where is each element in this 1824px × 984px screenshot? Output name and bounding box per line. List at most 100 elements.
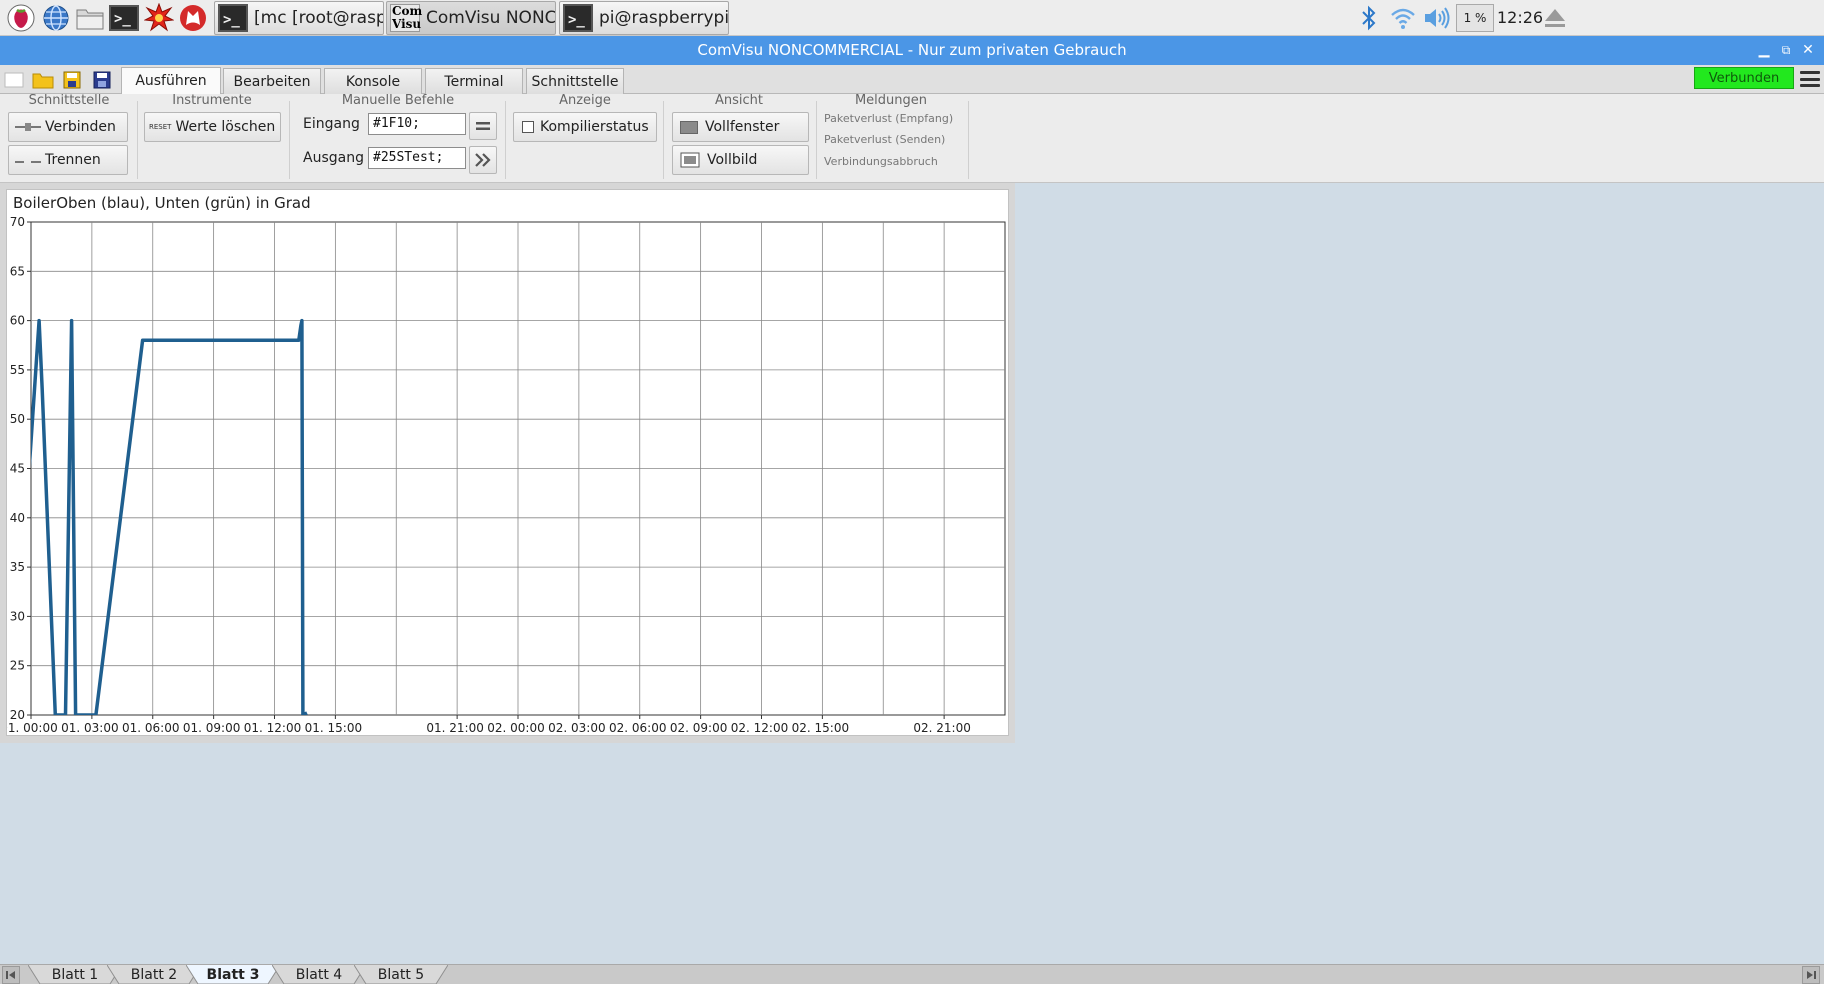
x-tick-label: 01. 12:00: [244, 721, 301, 735]
output-command-field[interactable]: #25STest;: [368, 147, 466, 169]
new-file-icon[interactable]: [4, 71, 24, 89]
y-tick-label: 40: [10, 511, 25, 525]
clock[interactable]: 12:26: [1497, 8, 1543, 27]
x-tick-label: 01. 00:00: [7, 721, 58, 735]
task-comvisu[interactable]: Com Visu ComVisu NONCOM...: [386, 1, 556, 35]
scroll-left-button[interactable]: [2, 966, 20, 984]
x-tick-label: 01. 15:00: [305, 721, 362, 735]
sheet-tab-4[interactable]: Blatt 4: [272, 965, 366, 984]
taskbar: >_ >_ [mc [root@raspberry... Com Visu Co…: [0, 0, 1824, 36]
apply-input-button[interactable]: [469, 112, 497, 140]
ribbon-tab-row: Ausführen Bearbeiten Konsole Terminal Sc…: [0, 65, 1824, 94]
input-command-field[interactable]: #1F10;: [368, 113, 466, 135]
fullscreen-button[interactable]: Vollbild: [672, 145, 809, 175]
maximize-icon[interactable]: ⧉: [1776, 40, 1796, 60]
math-kernel-icon[interactable]: [142, 3, 176, 33]
plug-disconnect-icon: [15, 161, 41, 163]
tab-konsole[interactable]: Konsole: [324, 68, 422, 94]
y-tick-label: 65: [10, 264, 25, 278]
x-tick-label: 02. 03:00: [548, 721, 605, 735]
group-label-manuelle-befehle: Manuelle Befehle: [341, 93, 455, 108]
terminal-icon: >_: [218, 4, 248, 32]
connect-button[interactable]: Verbinden: [8, 112, 128, 142]
y-tick-label: 70: [10, 215, 25, 229]
minimize-icon[interactable]: ▁: [1754, 40, 1774, 60]
y-tick-label: 60: [10, 314, 25, 328]
hamburger-menu-icon[interactable]: [1799, 69, 1821, 89]
group-separator: [289, 101, 290, 179]
sheet-tab-3[interactable]: Blatt 3: [186, 965, 280, 984]
task-pi-terminal[interactable]: >_ pi@raspberrypi: ~: [559, 1, 729, 35]
checkbox-icon: [522, 121, 534, 133]
x-tick-label: 02. 21:00: [913, 721, 970, 735]
reset-icon: RESET: [149, 123, 172, 131]
x-tick-label: 01. 03:00: [61, 721, 118, 735]
group-label-anzeige: Anzeige: [559, 93, 611, 108]
wifi-icon[interactable]: [1386, 3, 1420, 33]
web-browser-icon[interactable]: [39, 3, 73, 33]
terminal-icon: >_: [563, 4, 593, 32]
bluetooth-icon[interactable]: [1352, 3, 1386, 33]
group-label-meldungen: Meldungen: [854, 93, 928, 108]
send-output-button[interactable]: [469, 146, 497, 174]
x-tick-label: 02. 12:00: [731, 721, 788, 735]
clear-values-button[interactable]: RESET Werte löschen: [144, 112, 281, 142]
cpu-monitor[interactable]: 1 %: [1456, 4, 1494, 32]
volume-icon[interactable]: [1420, 3, 1454, 33]
tab-bearbeiten[interactable]: Bearbeiten: [223, 68, 321, 94]
comvisu-icon: Com Visu: [390, 4, 423, 32]
group-separator: [505, 101, 506, 179]
disconnect-button[interactable]: Trennen: [8, 145, 128, 175]
group-label-schnittstelle: Schnittstelle: [28, 93, 110, 108]
scroll-right-button[interactable]: [1802, 966, 1820, 984]
save-as-icon[interactable]: [93, 71, 113, 89]
message-packet-loss-receive: Paketverlust (Empfang): [824, 112, 954, 125]
fullscreen-icon: [680, 152, 700, 168]
chart-panel: BoilerOben (blau), Unten (grün) in Grad …: [0, 183, 1015, 743]
double-chevron-right-icon: [475, 153, 491, 167]
x-tick-label: 01. 06:00: [122, 721, 179, 735]
group-label-ansicht: Ansicht: [714, 93, 763, 108]
open-folder-icon[interactable]: [32, 71, 54, 89]
wolfram-icon[interactable]: [176, 3, 210, 33]
tab-ausfuehren[interactable]: Ausführen: [121, 67, 221, 94]
sheet-tab-5[interactable]: Blatt 5: [354, 965, 448, 984]
raspberry-menu-icon[interactable]: [4, 3, 38, 33]
output-label: Ausgang: [303, 150, 364, 166]
window-mode-button[interactable]: Vollfenster: [672, 112, 809, 142]
x-tick-label: 02. 09:00: [670, 721, 727, 735]
y-tick-label: 55: [10, 363, 25, 377]
y-tick-label: 20: [10, 708, 25, 722]
scroll-left-icon: [6, 971, 15, 979]
group-label-instrumente: Instrumente: [172, 93, 252, 108]
window-title: ComVisu NONCOMMERCIAL - Nur zum privaten…: [697, 41, 1127, 59]
group-separator: [968, 101, 969, 179]
tab-terminal[interactable]: Terminal: [425, 68, 523, 94]
file-manager-icon[interactable]: [73, 3, 107, 33]
x-tick-label: 01. 09:00: [183, 721, 240, 735]
line-chart: 20 25 30 35 40 45 50 55 60 65 70 01. 00:0001. 03:00…: [7, 215, 1006, 735]
terminal-launcher-icon[interactable]: >_: [107, 3, 141, 33]
eject-icon[interactable]: [1538, 3, 1572, 33]
y-tick-label: 35: [10, 560, 25, 574]
x-tick-label: 02. 06:00: [609, 721, 666, 735]
y-tick-label: 25: [10, 659, 25, 673]
connection-status-indicator: Verbunden: [1694, 67, 1794, 89]
y-tick-label: 45: [10, 462, 25, 476]
message-connection-lost: Verbindungsabbruch: [824, 155, 938, 168]
group-separator: [137, 101, 138, 179]
window-icon: [680, 120, 698, 134]
message-packet-loss-send: Paketverlust (Senden): [824, 133, 946, 146]
compile-status-checkbox[interactable]: Kompilierstatus: [513, 112, 657, 142]
y-tick-label: 50: [10, 412, 25, 426]
x-tick-label: 02. 15:00: [792, 721, 849, 735]
tab-schnittstelle[interactable]: Schnittstelle: [526, 68, 624, 94]
window-titlebar[interactable]: ComVisu NONCOMMERCIAL - Nur zum privaten…: [0, 36, 1824, 65]
group-separator: [663, 101, 664, 179]
save-icon[interactable]: [63, 71, 83, 89]
ribbon: Ausführen Bearbeiten Konsole Terminal Sc…: [0, 65, 1824, 183]
chart-widget[interactable]: BoilerOben (blau), Unten (grün) in Grad …: [6, 189, 1009, 736]
close-icon[interactable]: ✕: [1798, 40, 1818, 60]
group-separator: [816, 101, 817, 179]
task-mc-terminal[interactable]: >_ [mc [root@raspberry...: [214, 1, 384, 35]
